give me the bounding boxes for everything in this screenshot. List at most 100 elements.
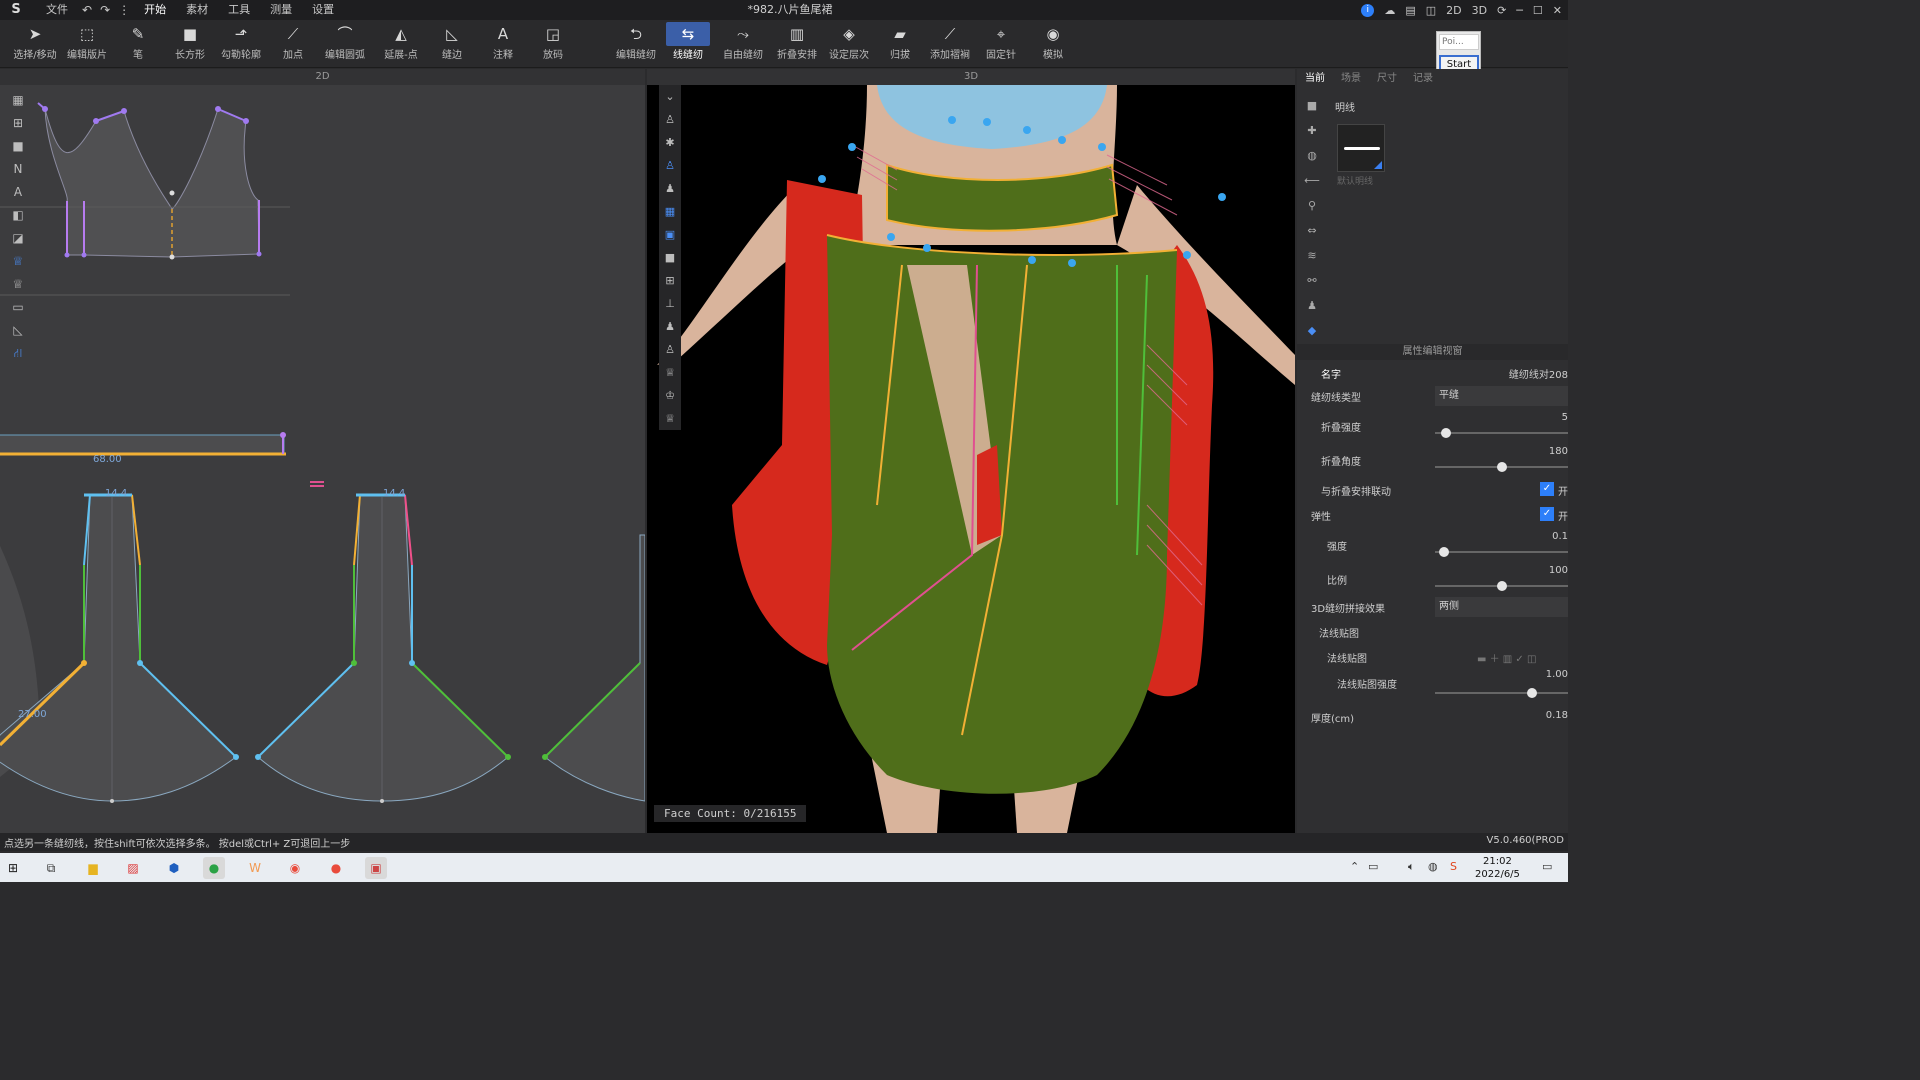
file-explorer-icon[interactable]: ▆ (82, 857, 104, 879)
avatar-icon[interactable]: ♙ (659, 108, 681, 131)
fold-strength-slider[interactable] (1435, 428, 1568, 438)
active-app-icon[interactable]: ▣ (365, 857, 387, 879)
cloud-icon[interactable]: ☁ (1384, 4, 1395, 17)
more-icon[interactable]: ⋮ (114, 3, 134, 17)
topstitch-icon[interactable]: ⇔ (1303, 218, 1321, 243)
waistband-pattern-piece[interactable] (0, 434, 285, 456)
grid-icon[interactable]: ⊞ (659, 269, 681, 292)
chevron-down-icon[interactable]: ⌄ (659, 85, 681, 108)
tab-scene[interactable]: 场景 (1333, 69, 1369, 89)
split-view-icon[interactable]: ◫ (1426, 4, 1436, 17)
tool-free-sewing[interactable]: ⤳ 自由缝纫 (720, 22, 766, 66)
view-3d-button[interactable]: 3D (1472, 4, 1487, 17)
cube-icon[interactable]: ◆ (1303, 318, 1321, 343)
square-icon[interactable]: ■ (8, 135, 28, 158)
poi-input[interactable]: Poi... (1439, 34, 1479, 50)
view-2d-button[interactable]: 2D (1446, 4, 1461, 17)
menu-file[interactable]: 文件 (36, 0, 78, 20)
tool-select-move[interactable]: ➤ 选择/移动 (10, 22, 60, 66)
pattern-icon[interactable]: ◺ (8, 319, 28, 342)
tray-icon[interactable]: ▭ (1368, 860, 1378, 873)
button-icon[interactable]: ✚ (1303, 118, 1321, 143)
notification-icon[interactable]: ▭ (1542, 860, 1552, 873)
prop-name-value[interactable]: 缝纫线对208 (1509, 366, 1568, 381)
square-icon[interactable]: ■ (659, 246, 681, 269)
tool-edit-sewing[interactable]: ⮌ 编辑缝纫 (614, 22, 658, 66)
elastic-checkbox[interactable]: ✓ (1540, 507, 1554, 521)
skirt-green-body[interactable] (827, 235, 1177, 794)
measure-icon[interactable]: ⊥ (659, 292, 681, 315)
tool-rectangle[interactable]: ■ 长方形 (170, 22, 210, 66)
redo-icon[interactable]: ↷ (96, 3, 114, 17)
skirt-panel-front[interactable] (0, 494, 237, 802)
ime-icon[interactable]: S (1450, 860, 1457, 873)
checker-blue-icon[interactable]: ▦ (659, 200, 681, 223)
checker-icon[interactable]: ▦ (8, 89, 28, 112)
ruler-icon[interactable]: ▭ (8, 296, 28, 319)
tool-set-layer[interactable]: ◈ 设定层次 (826, 22, 872, 66)
bodice-pattern-piece[interactable] (44, 108, 260, 258)
tool-extend-point[interactable]: ◭ 延展-点 (380, 22, 422, 66)
corner-icon[interactable]: ◪ (8, 227, 28, 250)
globe-icon[interactable]: ◍ (1303, 143, 1321, 168)
tool-annotation[interactable]: A 注释 (488, 22, 518, 66)
style3d-app-icon[interactable]: ⬢ (163, 857, 185, 879)
maximize-icon[interactable]: ☐ (1533, 4, 1543, 17)
pin-icon[interactable]: ⚲ (1303, 193, 1321, 218)
close-icon[interactable]: ✕ (1553, 4, 1562, 17)
tab-current[interactable]: 当前 (1297, 69, 1333, 89)
minimize-icon[interactable]: ─ (1516, 4, 1523, 17)
undo-icon[interactable]: ↶ (78, 3, 96, 17)
wechat-icon[interactable]: ● (203, 857, 225, 879)
shirt-icon[interactable]: ♕ (8, 273, 28, 296)
tool-simulate[interactable]: ◉ 模拟 (1040, 22, 1066, 66)
task-view-icon[interactable]: ⧉ (40, 857, 62, 879)
topstitch-thumbnail[interactable] (1337, 124, 1385, 172)
notch-icon[interactable]: N (8, 158, 28, 181)
3d-canvas[interactable] (647, 85, 1295, 833)
tool-add-pleat[interactable]: ⟋ 添加褶裥 (928, 22, 972, 66)
tool-trace-outline[interactable]: ⬏ 勾勒轮廓 (218, 22, 264, 66)
tool-pin[interactable]: ⌖ 固定针 (984, 22, 1018, 66)
menu-materials[interactable]: 素材 (176, 0, 218, 20)
slider-knob[interactable] (1438, 547, 1449, 557)
thickness-value[interactable]: 0.18 (1546, 710, 1568, 721)
grid-icon[interactable]: ⊞ (8, 112, 28, 135)
square-blue-icon[interactable]: ▣ (659, 223, 681, 246)
tool-add-point[interactable]: ⟋ 加点 (276, 22, 310, 66)
normal-map-group-label[interactable]: 法线贴图 (1319, 625, 1359, 640)
skirt-panel-side[interactable] (257, 494, 509, 802)
seam3d-select[interactable]: 两侧 (1435, 597, 1568, 617)
tool-seam-allowance[interactable]: ◺ 缝边 (437, 22, 467, 66)
tab-history[interactable]: 记录 (1405, 69, 1441, 89)
network-icon[interactable]: ◍ (1428, 860, 1438, 873)
wps-icon[interactable]: W (244, 857, 266, 879)
tool-grading[interactable]: ◲ 放码 (538, 22, 568, 66)
stitch-icon[interactable]: ≋ (1303, 243, 1321, 268)
menu-start[interactable]: 开始 (134, 0, 176, 20)
avatar-blue-icon[interactable]: ♙ (659, 154, 681, 177)
fold-link-checkbox[interactable]: ✓ (1540, 482, 1554, 496)
refresh-icon[interactable]: ⟳ (1497, 4, 1506, 17)
ratio-slider[interactable] (1435, 581, 1568, 591)
tool-edit-pattern[interactable]: ⬚ 编辑版片 (64, 22, 110, 66)
tool-fold-arrange[interactable]: ▥ 折叠安排 (774, 22, 820, 66)
piece-icon[interactable]: ◧ (8, 204, 28, 227)
shirt-alt-icon[interactable]: ♕ (659, 407, 681, 430)
skirt-panel-back[interactable] (544, 534, 645, 802)
tool-shrink[interactable]: ▰ 归拔 (886, 22, 914, 66)
tool-edit-arc[interactable]: ⌒ 编辑圆弧 (322, 22, 368, 66)
avatar-icon[interactable]: ♟ (1303, 293, 1321, 318)
menu-settings[interactable]: 设置 (302, 0, 344, 20)
link-icon[interactable]: ⚯ (1303, 268, 1321, 293)
volume-icon[interactable]: 🔈︎ (1408, 860, 1415, 874)
slider-knob[interactable] (1496, 581, 1507, 591)
normal-map-actions[interactable]: ▬ ＋ ▥ ✓ ◫ (1477, 650, 1536, 665)
fold-angle-slider[interactable] (1435, 462, 1568, 472)
paint-app-icon[interactable]: ▨ (122, 857, 144, 879)
shirt-icon[interactable]: ♕ (659, 361, 681, 384)
fabric-icon[interactable]: ■ (1303, 93, 1321, 118)
info-icon[interactable]: i (1361, 3, 1375, 17)
slider-knob[interactable] (1441, 428, 1452, 438)
skeleton-icon[interactable]: ✱ (659, 131, 681, 154)
